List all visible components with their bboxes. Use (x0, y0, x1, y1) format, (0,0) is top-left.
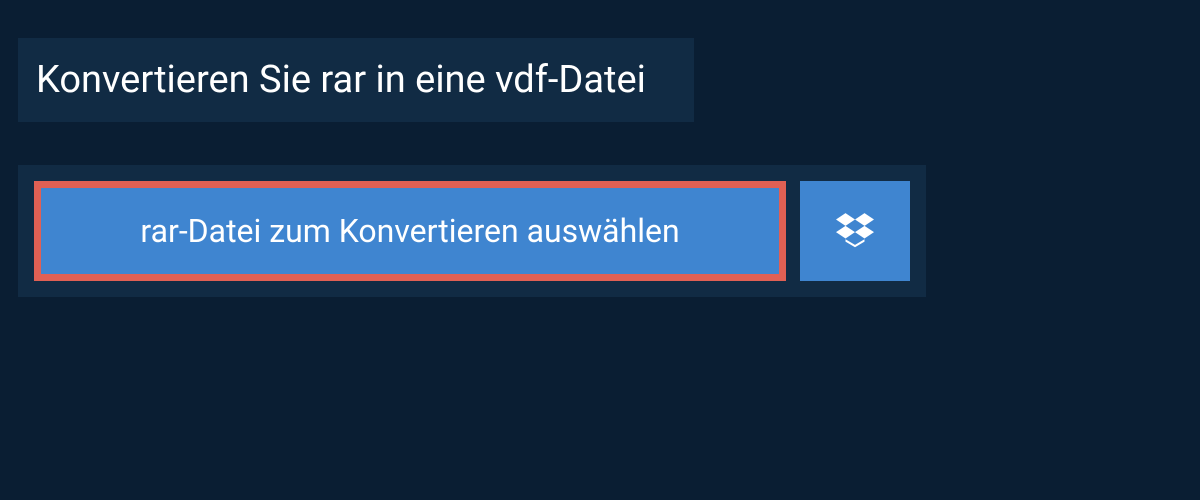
file-picker-panel: rar-Datei zum Konvertieren auswählen (18, 165, 926, 297)
select-file-label: rar-Datei zum Konvertieren auswählen (140, 212, 679, 250)
dropbox-icon (836, 210, 874, 252)
select-file-button[interactable]: rar-Datei zum Konvertieren auswählen (34, 181, 786, 281)
dropbox-button[interactable] (800, 181, 910, 281)
page-title: Konvertieren Sie rar in eine vdf-Datei (18, 38, 694, 122)
